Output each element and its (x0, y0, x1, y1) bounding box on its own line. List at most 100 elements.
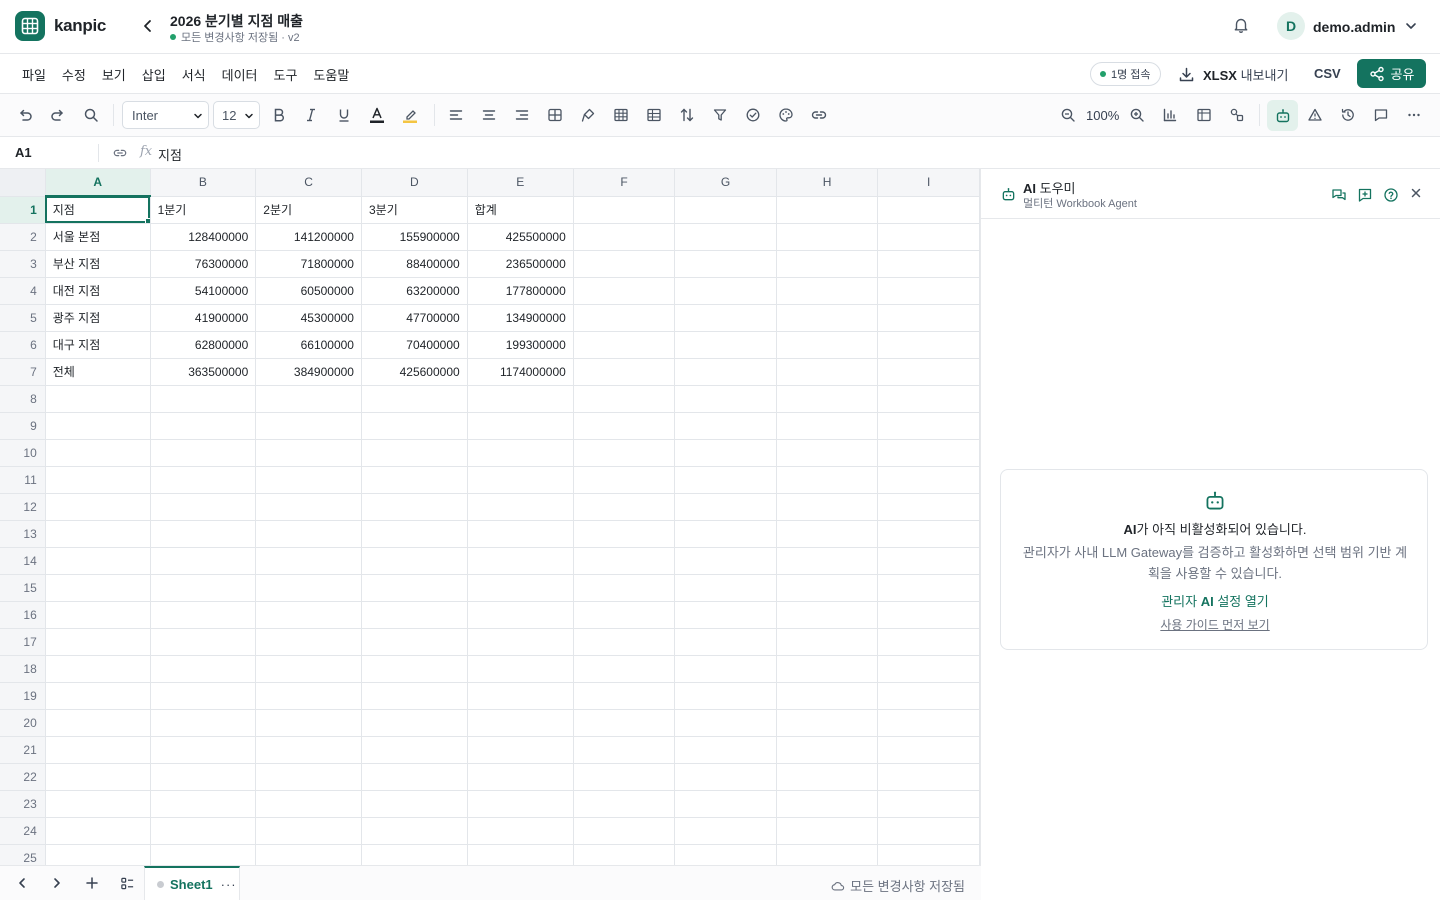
sort-icon[interactable] (678, 106, 696, 124)
chevron-right-icon[interactable] (49, 875, 65, 891)
spreadsheet-grid[interactable]: ABCDEFGHI 1 지점 1분기 2분기 3분기 합계 2 서울 본점 128400000 1… (0, 169, 981, 865)
zoom-out-icon[interactable] (1059, 106, 1077, 124)
cell-e5[interactable]: 134900000 (467, 304, 574, 332)
row-header[interactable]: 24 (0, 817, 46, 845)
column-header-h[interactable]: H (776, 169, 879, 197)
cell-a8[interactable] (45, 385, 151, 413)
cell-b3[interactable]: 76300000 (150, 250, 257, 278)
menu-edit[interactable]: 수정 (62, 65, 86, 84)
cell-g21[interactable] (674, 736, 777, 764)
cell-d12[interactable] (361, 493, 468, 521)
row-header[interactable]: 12 (0, 493, 46, 521)
cell-h21[interactable] (776, 736, 879, 764)
open-ai-settings-link[interactable]: 관리자 AI 설정 열기 (1001, 591, 1429, 610)
cell-c13[interactable] (255, 520, 362, 548)
cell-h15[interactable] (776, 574, 879, 602)
row-header[interactable]: 25 (0, 844, 46, 865)
cell-f14[interactable] (573, 547, 676, 575)
cell-a25[interactable] (45, 844, 151, 865)
cell-h25[interactable] (776, 844, 879, 865)
cell-a13[interactable] (45, 520, 151, 548)
cell-i18[interactable] (877, 655, 980, 683)
merge-cells-icon[interactable] (546, 106, 564, 124)
align-center-icon[interactable] (480, 106, 498, 124)
cell-i20[interactable] (877, 709, 980, 737)
cell-g1[interactable] (674, 196, 777, 224)
cell-a4[interactable]: 대전 지점 (45, 277, 151, 305)
cell-f2[interactable] (573, 223, 676, 251)
select-all-corner[interactable] (0, 169, 46, 197)
cell-b21[interactable] (150, 736, 257, 764)
cell-g16[interactable] (674, 601, 777, 629)
cell-e23[interactable] (467, 790, 574, 818)
cell-g23[interactable] (674, 790, 777, 818)
cell-c8[interactable] (255, 385, 362, 413)
cell-g9[interactable] (674, 412, 777, 440)
cell-i25[interactable] (877, 844, 980, 865)
cell-c19[interactable] (255, 682, 362, 710)
cell-a23[interactable] (45, 790, 151, 818)
cell-h18[interactable] (776, 655, 879, 683)
row-header[interactable]: 23 (0, 790, 46, 818)
cell-c5[interactable]: 45300000 (255, 304, 362, 332)
cell-e3[interactable]: 236500000 (467, 250, 574, 278)
export-csv-button[interactable]: CSV (1314, 66, 1341, 81)
cell-c22[interactable] (255, 763, 362, 791)
cell-h2[interactable] (776, 223, 879, 251)
cell-i13[interactable] (877, 520, 980, 548)
cell-h19[interactable] (776, 682, 879, 710)
cell-e4[interactable]: 177800000 (467, 277, 574, 305)
cell-a21[interactable] (45, 736, 151, 764)
cell-b4[interactable]: 54100000 (150, 277, 257, 305)
cell-d3[interactable]: 88400000 (361, 250, 468, 278)
cell-d24[interactable] (361, 817, 468, 845)
bold-icon[interactable] (270, 106, 288, 124)
cell-b5[interactable]: 41900000 (150, 304, 257, 332)
data-validation-icon[interactable] (744, 106, 762, 124)
cell-e17[interactable] (467, 628, 574, 656)
align-right-icon[interactable] (513, 106, 531, 124)
cell-i3[interactable] (877, 250, 980, 278)
cell-e18[interactable] (467, 655, 574, 683)
cell-d22[interactable] (361, 763, 468, 791)
cell-d16[interactable] (361, 601, 468, 629)
cell-f13[interactable] (573, 520, 676, 548)
cell-d7[interactable]: 425600000 (361, 358, 468, 386)
cell-b22[interactable] (150, 763, 257, 791)
cell-b17[interactable] (150, 628, 257, 656)
cell-d25[interactable] (361, 844, 468, 865)
row-header[interactable]: 7 (0, 358, 46, 386)
cell-d5[interactable]: 47700000 (361, 304, 468, 332)
cell-f17[interactable] (573, 628, 676, 656)
chevron-left-icon[interactable] (14, 875, 30, 891)
user-avatar[interactable]: D (1277, 12, 1305, 40)
cell-h24[interactable] (776, 817, 879, 845)
cell-f19[interactable] (573, 682, 676, 710)
cell-i4[interactable] (877, 277, 980, 305)
cell-d21[interactable] (361, 736, 468, 764)
cell-a9[interactable] (45, 412, 151, 440)
cell-g13[interactable] (674, 520, 777, 548)
cell-d14[interactable] (361, 547, 468, 575)
cell-i21[interactable] (877, 736, 980, 764)
cell-c10[interactable] (255, 439, 362, 467)
cell-c9[interactable] (255, 412, 362, 440)
redo-icon[interactable] (49, 106, 67, 124)
cell-f8[interactable] (573, 385, 676, 413)
cell-f3[interactable] (573, 250, 676, 278)
cell-h9[interactable] (776, 412, 879, 440)
more-options-icon[interactable] (1405, 106, 1423, 124)
cell-c4[interactable]: 60500000 (255, 277, 362, 305)
cell-e1[interactable]: 합계 (467, 196, 574, 224)
cell-b8[interactable] (150, 385, 257, 413)
cell-d19[interactable] (361, 682, 468, 710)
cell-e20[interactable] (467, 709, 574, 737)
font-family-select[interactable]: Inter (122, 101, 209, 129)
share-button[interactable]: 공유 (1357, 59, 1426, 88)
cell-i23[interactable] (877, 790, 980, 818)
menu-tools[interactable]: 도구 (274, 65, 298, 84)
cell-g22[interactable] (674, 763, 777, 791)
cell-i1[interactable] (877, 196, 980, 224)
cell-g10[interactable] (674, 439, 777, 467)
row-header[interactable]: 2 (0, 223, 46, 251)
